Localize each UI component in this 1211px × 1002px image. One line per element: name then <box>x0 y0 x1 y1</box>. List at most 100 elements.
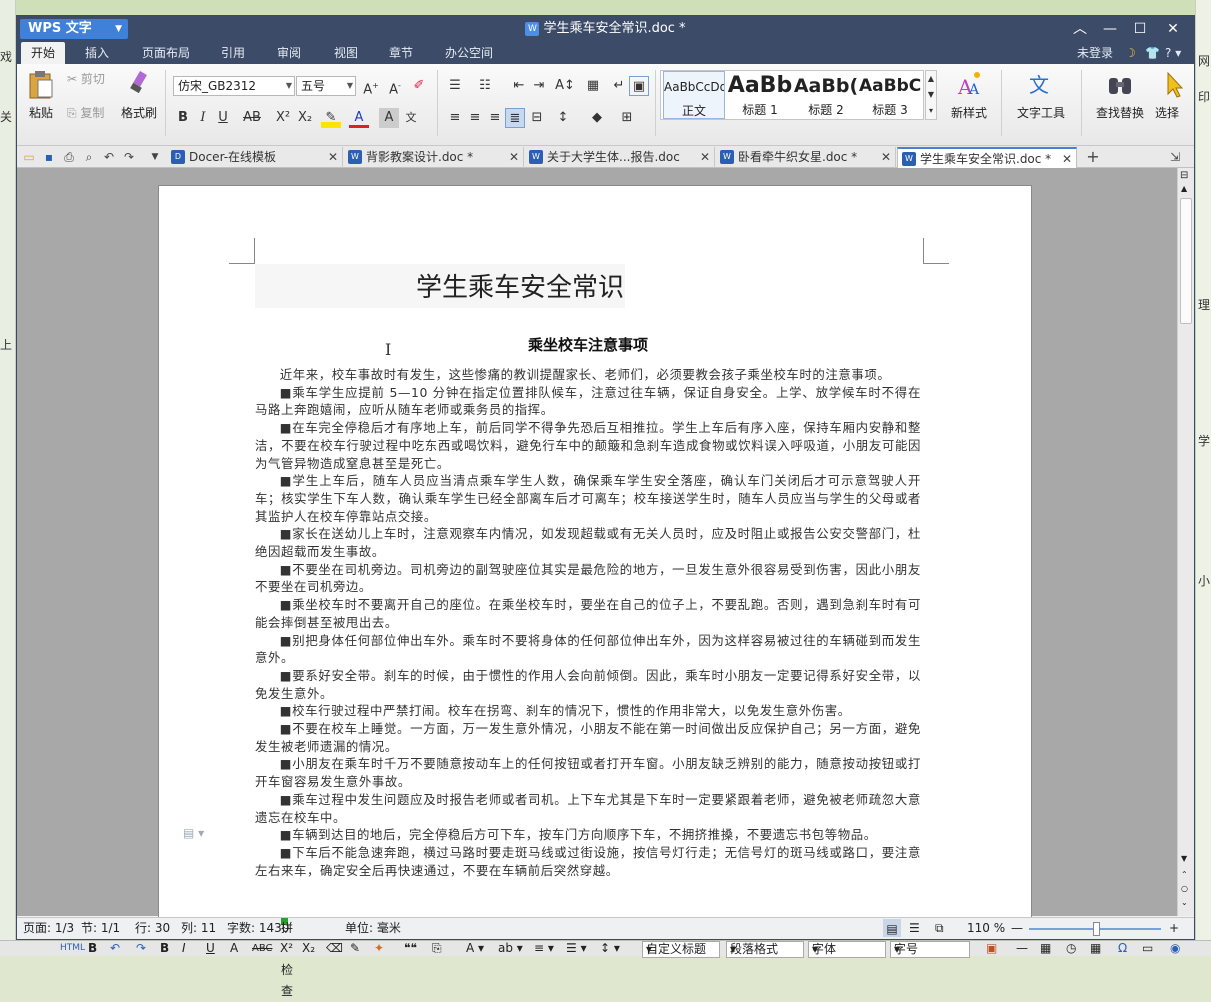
menu-view[interactable]: 视图 <box>324 42 368 64</box>
grow-font-icon[interactable]: A+ <box>361 76 381 97</box>
tab-docer[interactable]: D Docer-在线模板 ✕ <box>167 147 343 168</box>
superscript-button[interactable]: X² <box>273 108 293 128</box>
phonetic-icon[interactable]: 文 <box>401 108 421 128</box>
menu-references[interactable]: 引用 <box>211 42 255 64</box>
text-tools-button[interactable]: 文 文字工具 <box>1009 70 1073 136</box>
bold-button[interactable]: B <box>173 108 193 128</box>
text-direction-icon[interactable]: A↕ <box>555 76 575 96</box>
font-name-select[interactable]: 仿宋_GB2312 ▼ <box>173 76 295 96</box>
cut-button[interactable]: ✂ 剪切 <box>67 70 119 88</box>
open-folder-icon[interactable]: ▭ <box>21 149 37 165</box>
tab-document[interactable]: W 卧看牵牛织女星.doc * ✕ <box>716 147 896 168</box>
find-replace-button[interactable]: 查找替换 <box>1087 70 1153 136</box>
zoom-out-icon[interactable]: — <box>1011 918 1023 939</box>
new-style-button[interactable]: AA 新样式 <box>943 70 995 136</box>
chevron-down-icon[interactable]: ▼ <box>147 149 163 165</box>
style-normal[interactable]: AaBbCcDd 正文 <box>663 71 725 119</box>
zoom-in-icon[interactable]: + <box>1169 918 1179 939</box>
next-page-icon[interactable]: ⌄ <box>1181 898 1188 907</box>
italic-button[interactable]: I <box>193 108 213 128</box>
numbered-list-icon[interactable]: ☷ <box>475 76 495 96</box>
shading-icon[interactable]: ◆ <box>587 108 607 128</box>
shrink-font-icon[interactable]: A- <box>385 76 405 97</box>
tab-document[interactable]: W 背影教案设计.doc * ✕ <box>344 147 524 168</box>
copy-button[interactable]: ⎘ 复制 <box>67 104 119 122</box>
minimize-button[interactable]: — <box>1099 18 1121 40</box>
scroll-thumb[interactable] <box>1180 198 1192 324</box>
table-icon[interactable]: ▦ <box>583 76 603 96</box>
close-icon[interactable]: ✕ <box>881 147 891 167</box>
status-unit[interactable]: 单位: 毫米 <box>345 918 401 939</box>
paste-button[interactable]: 粘贴 <box>23 70 59 136</box>
tab-document-active[interactable]: W 学生乘车安全常识.doc * ✕ <box>897 147 1077 168</box>
word-doc-icon: W <box>525 21 540 36</box>
select-button[interactable]: 选择 <box>1155 70 1193 136</box>
align-right-icon[interactable]: ≡ <box>485 108 505 128</box>
close-icon[interactable]: ✕ <box>509 147 519 167</box>
line-spacing-icon[interactable]: ↕ <box>553 108 573 128</box>
menu-page-layout[interactable]: 页面布局 <box>132 42 200 64</box>
highlight-icon[interactable]: ✎ <box>321 108 341 128</box>
word-doc-icon: W <box>720 150 734 164</box>
borders-icon[interactable]: ⊞ <box>617 108 637 128</box>
print-icon[interactable]: ⎙ <box>61 149 77 165</box>
align-left-icon[interactable]: ≡ <box>445 108 465 128</box>
increase-indent-icon[interactable]: ⇥ <box>529 76 549 96</box>
distribute-icon[interactable]: ⊟ <box>527 108 547 128</box>
shirt-icon[interactable]: 👕 <box>1145 42 1160 64</box>
collapse-ribbon-button[interactable]: ︿ <box>1069 18 1091 40</box>
menu-insert[interactable]: 插入 <box>75 42 119 64</box>
subscript-button[interactable]: X₂ <box>295 108 315 128</box>
justify-icon[interactable]: ≣ <box>505 108 525 128</box>
document-page[interactable]: 学生乘车安全常识 I 乘坐校车注意事项 近年来，校车事故时有发生，这些惨痛的教训… <box>158 185 1032 925</box>
login-link[interactable]: 未登录 <box>1077 42 1113 64</box>
show-marks-icon[interactable]: ▣ <box>629 76 649 96</box>
font-size-select[interactable]: 五号 ▼ <box>296 76 356 96</box>
menu-home[interactable]: 开始 <box>21 42 66 64</box>
paragraph-options-icon[interactable]: ▤ ▾ <box>183 826 204 840</box>
char-shading-icon[interactable]: A <box>379 108 399 128</box>
help-button[interactable]: ? ▾ <box>1165 42 1181 64</box>
menu-review[interactable]: 审阅 <box>267 42 311 64</box>
menu-office-space[interactable]: 办公空间 <box>435 42 503 64</box>
browse-object-icon[interactable]: ○ <box>1181 884 1188 893</box>
styles-scroll-icon[interactable]: ▲ ▼ ▾ <box>925 70 937 120</box>
paragraph-mark-icon[interactable]: ↵ <box>609 76 629 96</box>
pin-icon[interactable]: ⊟ <box>1180 170 1188 181</box>
scroll-up-icon[interactable]: ▲ <box>1181 184 1187 193</box>
tab-list-icon[interactable]: ⇲ <box>1167 149 1183 165</box>
style-heading-3[interactable]: AaBbC( 标题 3 <box>859 71 921 119</box>
redo-icon[interactable]: ↷ <box>121 149 137 165</box>
save-icon[interactable]: ▪ <box>41 149 57 165</box>
print-preview-icon[interactable]: ⌕ <box>81 149 97 165</box>
undo-icon[interactable]: ↶ <box>101 149 117 165</box>
zoom-level[interactable]: 110 % <box>967 918 1005 939</box>
format-painter-button[interactable]: 格式刷 <box>119 70 159 136</box>
close-icon[interactable]: ✕ <box>700 147 710 167</box>
zoom-slider-thumb[interactable] <box>1093 922 1100 936</box>
tab-document[interactable]: W 关于大学生体...报告.doc ✕ <box>525 147 715 168</box>
status-page[interactable]: 页面: 1/3 <box>23 918 74 939</box>
new-tab-icon[interactable]: + <box>1085 149 1101 165</box>
font-color-icon[interactable]: A <box>349 108 369 128</box>
underline-button[interactable]: U <box>213 108 233 128</box>
moon-icon[interactable]: ☽ <box>1125 42 1136 64</box>
bullet-list-icon[interactable]: ☰ <box>445 76 465 96</box>
style-heading-2[interactable]: AaBb( 标题 2 <box>793 71 859 119</box>
outline-view-icon[interactable]: ☰ <box>909 918 920 939</box>
menu-chapter[interactable]: 章节 <box>379 42 423 64</box>
web-view-icon[interactable]: ⧉ <box>935 918 944 939</box>
close-icon[interactable]: ✕ <box>328 147 338 167</box>
style-heading-1[interactable]: AaBb 标题 1 <box>727 71 793 119</box>
vertical-scrollbar[interactable]: ⊟ ▲ ▼ ⌃ ○ ⌄ <box>1177 168 1194 916</box>
close-button[interactable]: ✕ <box>1162 18 1184 40</box>
strikethrough-button[interactable]: AB <box>239 108 265 128</box>
prev-page-icon[interactable]: ⌃ <box>1181 870 1188 879</box>
clear-format-icon[interactable]: ✐ <box>409 76 429 96</box>
scroll-down-icon[interactable]: ▼ <box>1181 854 1187 863</box>
decrease-indent-icon[interactable]: ⇤ <box>509 76 529 96</box>
page-view-icon[interactable]: ▤ <box>883 919 901 937</box>
align-center-icon[interactable]: ≡ <box>465 108 485 128</box>
maximize-button[interactable]: ☐ <box>1129 18 1151 40</box>
close-icon[interactable]: ✕ <box>1062 149 1072 169</box>
